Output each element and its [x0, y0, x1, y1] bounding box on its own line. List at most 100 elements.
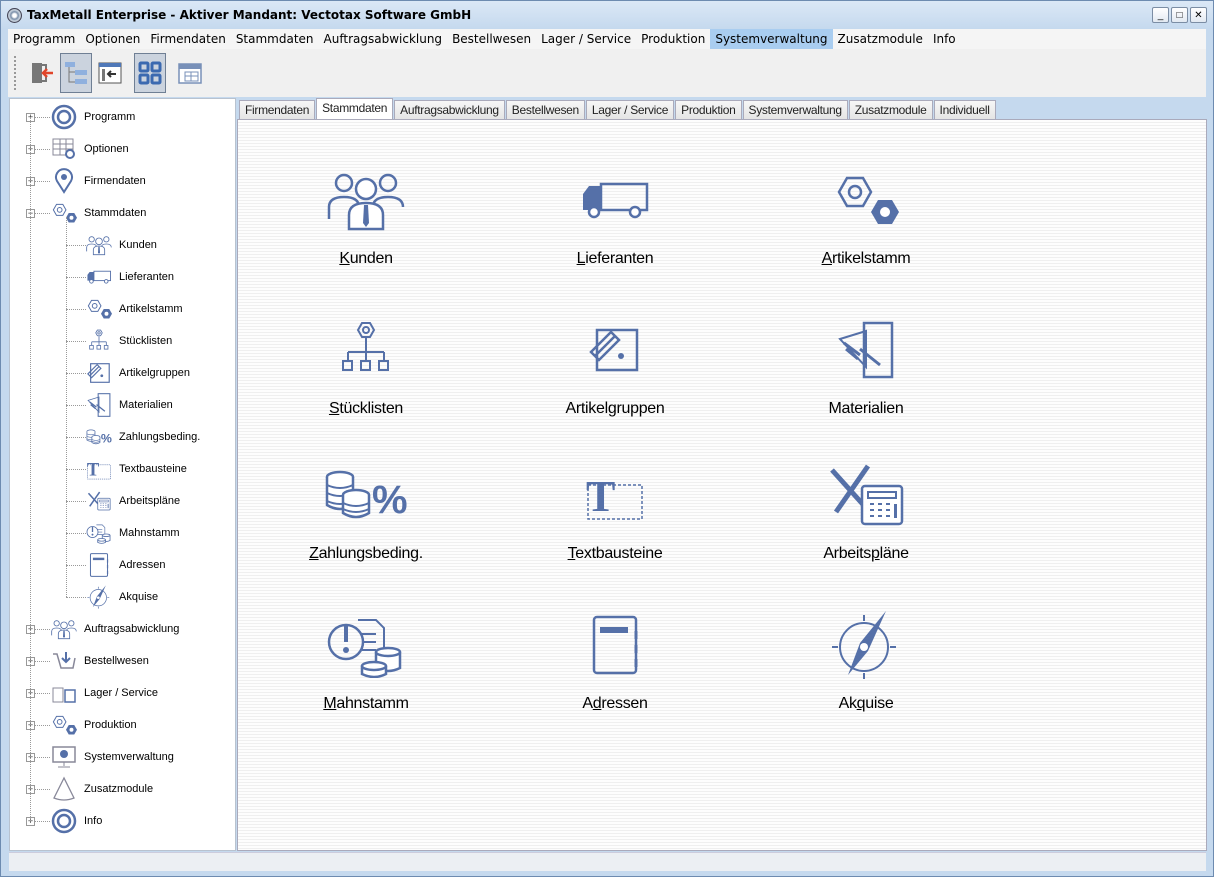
- main-window: TaxMetall Enterprise - Aktiver Mandant: …: [0, 0, 1214, 877]
- tree-item-adressen[interactable]: Adressen: [85, 549, 165, 581]
- cone-icon: [50, 775, 78, 803]
- address-book-icon: [515, 605, 715, 685]
- tab-systemverwaltung[interactable]: Systemverwaltung: [742, 100, 848, 120]
- tab-stammdaten[interactable]: Stammdaten: [316, 98, 394, 121]
- address-book-icon: [85, 551, 113, 579]
- tree-item-zusatzmodule[interactable]: Zusatzmodule: [50, 773, 153, 805]
- tree-item-arbeitspl-ne[interactable]: Arbeitspläne: [85, 485, 180, 517]
- tree-item-produktion[interactable]: Produktion: [50, 709, 137, 741]
- tile-zahlungsbeding-[interactable]: % Zahlungsbeding.: [266, 455, 466, 563]
- tile-st-cklisten[interactable]: Stücklisten: [266, 310, 466, 418]
- tree-item-st-cklisten[interactable]: Stücklisten: [85, 325, 172, 357]
- tile-label: Akquise: [838, 695, 894, 712]
- compass-icon: [766, 605, 966, 685]
- menu-systemverwaltung[interactable]: Systemverwaltung: [710, 29, 833, 49]
- tree-item-stammdaten[interactable]: Stammdaten: [50, 197, 146, 229]
- tab-zusatzmodule[interactable]: Zusatzmodule: [848, 100, 933, 120]
- close-button[interactable]: ✕: [1190, 7, 1207, 23]
- tile-arbeitspl-ne[interactable]: Arbeitspläne: [766, 455, 966, 563]
- warning-doc-icon: [85, 519, 113, 547]
- menu-produktion[interactable]: Produktion: [636, 29, 710, 49]
- tab-lager-service[interactable]: Lager / Service: [585, 100, 675, 120]
- tree-item-artikelstamm[interactable]: Artikelstamm: [85, 293, 183, 325]
- maximize-button[interactable]: □: [1171, 7, 1188, 23]
- tile-artikelstamm[interactable]: Artikelstamm: [766, 160, 966, 268]
- tree-item-textbausteine[interactable]: T Textbausteine: [85, 453, 187, 485]
- svg-text:%: %: [101, 432, 112, 446]
- calendar-button[interactable]: [174, 53, 206, 93]
- tree-item-lieferanten[interactable]: Lieferanten: [85, 261, 174, 293]
- menu-auftragsabwicklung[interactable]: Auftragsabwicklung: [319, 29, 448, 49]
- back-panel-button[interactable]: [94, 53, 126, 93]
- tab-bestellwesen[interactable]: Bestellwesen: [505, 100, 585, 120]
- location-icon: [50, 167, 78, 195]
- tile-label: Stücklisten: [328, 400, 404, 417]
- status-bar: [9, 852, 1206, 871]
- swatch-icon: [85, 359, 113, 387]
- minimize-button[interactable]: _: [1152, 7, 1169, 23]
- swatch-icon: [515, 310, 715, 390]
- menu-programm[interactable]: Programm: [8, 29, 80, 49]
- tree-item-bestellwesen[interactable]: Bestellwesen: [50, 645, 149, 677]
- menu-info[interactable]: Info: [928, 29, 961, 49]
- menu-stammdaten[interactable]: Stammdaten: [231, 29, 319, 49]
- svg-text:T: T: [87, 460, 100, 480]
- production-icon: [50, 711, 78, 739]
- tile-materialien[interactable]: Materialien: [766, 310, 966, 418]
- tree-item-programm[interactable]: Programm: [50, 101, 135, 133]
- toolbar: [8, 49, 1206, 97]
- tree-item-mahnstamm[interactable]: Mahnstamm: [85, 517, 180, 549]
- programm-icon: [50, 103, 78, 131]
- tile-adressen[interactable]: Adressen: [515, 605, 715, 713]
- tree-item-artikelgruppen[interactable]: Artikelgruppen: [85, 357, 190, 389]
- warehouse-icon: [50, 679, 78, 707]
- back-panel-icon: [98, 62, 122, 84]
- tree-item-firmendaten[interactable]: Firmendaten: [50, 165, 146, 197]
- truck-icon: [515, 160, 715, 240]
- tree-item-lager-service[interactable]: Lager / Service: [50, 677, 158, 709]
- tree-view-button[interactable]: [60, 53, 92, 93]
- tab-produktion[interactable]: Produktion: [675, 100, 742, 120]
- menu-lager-service[interactable]: Lager / Service: [536, 29, 636, 49]
- warning-doc-icon: [266, 605, 466, 685]
- info-icon: [50, 807, 78, 835]
- exit-button[interactable]: [26, 53, 58, 93]
- tile-label: Kunden: [339, 250, 393, 267]
- tile-panel: Kunden Lieferanten Artikelstamm Stücklisten…: [237, 119, 1207, 851]
- tree-item-akquise[interactable]: Akquise: [85, 581, 158, 613]
- tile-label: Adressen: [582, 695, 648, 712]
- menu-firmendaten[interactable]: Firmendaten: [145, 29, 230, 49]
- tab-auftragsabwicklung[interactable]: Auftragsabwicklung: [394, 100, 505, 120]
- people-icon: [85, 231, 113, 259]
- title-bar: TaxMetall Enterprise - Aktiver Mandant: …: [1, 1, 1213, 29]
- menu-optionen[interactable]: Optionen: [80, 29, 145, 49]
- tree-item-materialien[interactable]: Materialien: [85, 389, 173, 421]
- svg-text:T: T: [586, 472, 615, 521]
- menu-zusatzmodule[interactable]: Zusatzmodule: [833, 29, 928, 49]
- tile-textbausteine[interactable]: T Textbausteine: [515, 455, 715, 563]
- tile-lieferanten[interactable]: Lieferanten: [515, 160, 715, 268]
- tile-akquise[interactable]: Akquise: [766, 605, 966, 713]
- tree-item-zahlungsbeding-[interactable]: % Zahlungsbeding.: [85, 421, 200, 453]
- coins-percent-icon: %: [85, 423, 113, 451]
- tree-item-info[interactable]: Info: [50, 805, 102, 837]
- tree-item-systemverwaltung[interactable]: Systemverwaltung: [50, 741, 174, 773]
- tile-mahnstamm[interactable]: Mahnstamm: [266, 605, 466, 713]
- tile-view-button[interactable]: [134, 53, 166, 93]
- toolbar-grip[interactable]: [14, 56, 16, 90]
- tree-item-optionen[interactable]: Optionen: [50, 133, 129, 165]
- text-icon: T: [85, 455, 113, 483]
- tile-label: Arbeitspläne: [823, 545, 909, 562]
- nuts-icon: [85, 295, 113, 323]
- tree-item-auftragsabwicklung[interactable]: Auftragsabwicklung: [50, 613, 179, 645]
- hierarchy-icon: [85, 327, 113, 355]
- tile-kunden[interactable]: Kunden: [266, 160, 466, 268]
- truck-icon: [85, 263, 113, 291]
- tile-artikelgruppen[interactable]: Artikelgruppen: [515, 310, 715, 418]
- tile-label: Textbausteine: [567, 545, 663, 562]
- tree-item-kunden[interactable]: Kunden: [85, 229, 157, 261]
- tile-label: Zahlungsbeding.: [309, 545, 423, 562]
- menu-bestellwesen[interactable]: Bestellwesen: [447, 29, 536, 49]
- tab-individuell[interactable]: Individuell: [933, 100, 996, 120]
- tab-firmendaten[interactable]: Firmendaten: [239, 100, 316, 120]
